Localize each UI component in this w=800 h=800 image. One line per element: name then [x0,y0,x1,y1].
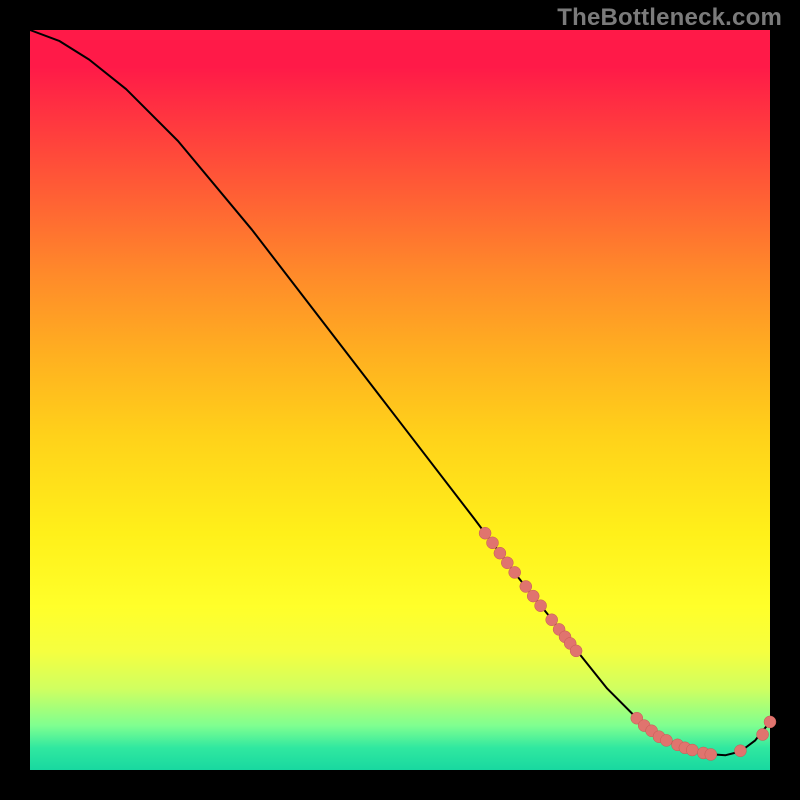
data-point [686,744,698,756]
data-point [705,748,717,760]
data-point [546,614,558,626]
data-point [487,537,499,549]
data-point [527,590,539,602]
watermark-text: TheBottleneck.com [557,4,782,32]
data-point [757,728,769,740]
data-point [734,745,746,757]
curve-layer [30,30,770,755]
data-point [494,547,506,559]
data-point [479,527,491,539]
chart-frame: TheBottleneck.com [0,0,800,800]
data-point [535,600,547,612]
marker-layer [479,527,776,760]
data-point [509,566,521,578]
data-point [764,716,776,728]
bottleneck-curve [30,30,770,755]
plot-area [30,30,770,770]
data-point [660,734,672,746]
chart-svg [30,30,770,770]
data-point [501,557,513,569]
data-point [520,580,532,592]
data-point [570,645,582,657]
